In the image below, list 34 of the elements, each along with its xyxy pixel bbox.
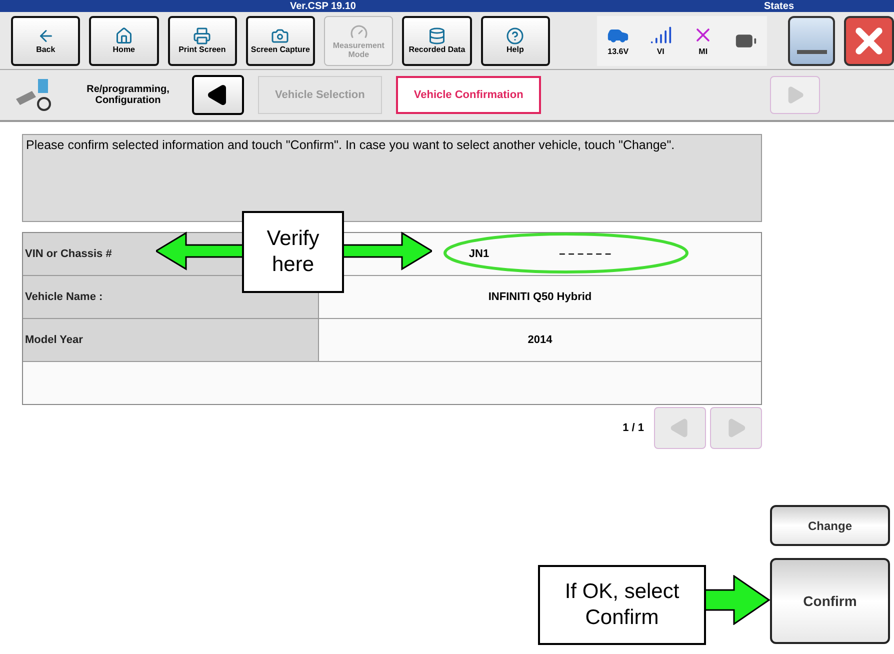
minimize-icon xyxy=(796,50,827,54)
toolbar-button[interactable]: Home xyxy=(89,16,159,66)
page-indicator: 1 / 1 xyxy=(622,420,644,436)
minimize-button[interactable] xyxy=(788,16,836,66)
toolbar-button[interactable]: Back xyxy=(11,16,80,66)
right-arrow xyxy=(704,575,770,625)
printer-icon xyxy=(193,27,212,45)
callout-box: Verify here xyxy=(242,211,344,293)
instruction-message: Please confirm selected information and touch "Confirm". In case you want to select another vehicle, touch "Change". xyxy=(22,134,762,222)
status-reading: MI xyxy=(698,46,708,58)
database-icon xyxy=(428,27,446,45)
action-button[interactable]: Change xyxy=(770,505,890,546)
status-reading: 13.6V xyxy=(608,46,629,58)
gauge-icon xyxy=(350,22,368,40)
toolbar-button[interactable]: Help xyxy=(480,16,550,66)
close-button[interactable] xyxy=(844,16,894,66)
action-button[interactable]: Confirm xyxy=(770,558,890,644)
table-label-cell: Model Year xyxy=(23,319,319,361)
back-step-button[interactable] xyxy=(192,75,244,115)
toolbar-button[interactable]: Recorded Data xyxy=(402,16,472,66)
help-icon xyxy=(506,27,524,45)
masked-digits: – – – – – – xyxy=(559,246,612,262)
status-reading: VI xyxy=(656,46,664,58)
callout-box: If OK, select Confirm xyxy=(538,565,706,645)
camera-icon xyxy=(271,27,290,45)
table-value-cell: 2014 xyxy=(319,319,761,361)
toolbar-button[interactable]: Print Screen xyxy=(168,16,237,66)
module-title: Re/programming, Configuration xyxy=(86,84,170,106)
version-label: Ver.CSP 19.10 xyxy=(290,2,356,12)
house-icon xyxy=(114,27,133,45)
step-tab[interactable]: Vehicle Confirmation xyxy=(396,76,542,114)
status-label: States xyxy=(764,2,794,12)
toolbar-button[interactable]: Screen Capture xyxy=(246,16,316,66)
table-value-cell: INFINITI Q50 Hybrid xyxy=(319,276,761,318)
